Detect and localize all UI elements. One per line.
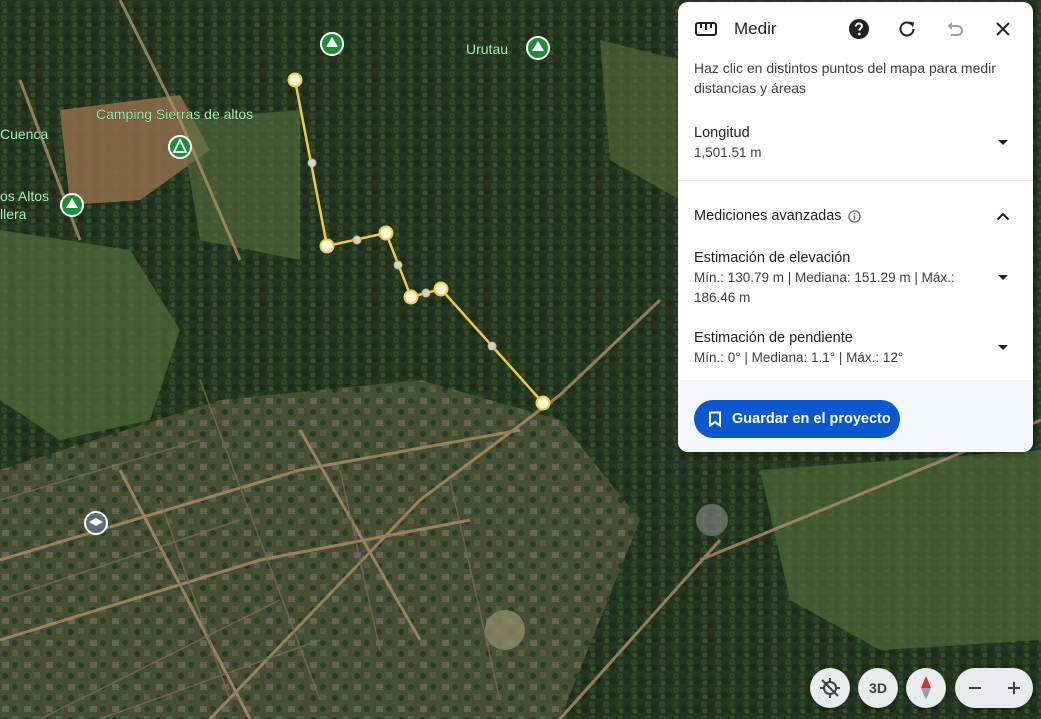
undo-button[interactable] (939, 13, 971, 45)
place-label-urutau[interactable]: Urutau (466, 41, 509, 58)
refresh-icon (899, 21, 915, 37)
save-to-project-button[interactable]: Guardar en el proyecto (694, 400, 900, 438)
slope-value: Mín.: 0° | Mediana: 1.1° | Máx.: 12° (694, 350, 904, 365)
three-d-label: 3D (869, 680, 887, 696)
slope-row[interactable]: Estimación de pendiente Mín.: 0° | Media… (678, 317, 1033, 379)
panel-title: Medir (734, 19, 777, 38)
caret-down-icon (998, 275, 1008, 280)
caret-down-icon (998, 345, 1008, 350)
reset-button[interactable] (891, 13, 923, 45)
park-pin-icon[interactable] (526, 36, 550, 60)
ruler-icon (694, 17, 718, 41)
plus-icon (1007, 682, 1020, 694)
compass-button[interactable] (906, 668, 946, 708)
length-label: Longitud (694, 125, 750, 141)
elevation-row[interactable]: Estimación de elevación Mín.: 130.79 m |… (678, 245, 1033, 311)
measure-panel: Medir Haz clic en distintos puntos del m… (678, 2, 1033, 452)
minus-icon (968, 687, 981, 689)
park-pin-icon[interactable] (60, 193, 84, 217)
zoom-controls (955, 668, 1033, 708)
instructions-text: Haz clic en distintos puntos del mapa pa… (694, 60, 996, 96)
elevation-expand-button[interactable] (989, 264, 1017, 292)
help-button[interactable] (843, 13, 875, 45)
zoom-in-button[interactable] (994, 668, 1033, 708)
advanced-collapse-button[interactable] (989, 202, 1017, 230)
advanced-measurements-row[interactable]: Mediciones avanzadas (678, 181, 1033, 251)
school-pin-icon[interactable] (84, 511, 108, 535)
caret-down-icon (998, 140, 1008, 145)
length-expand-button[interactable] (989, 129, 1017, 157)
close-button[interactable] (987, 13, 1019, 45)
place-label-llera[interactable]: llera (0, 206, 27, 223)
bookmark-icon (709, 411, 721, 427)
undo-icon (947, 22, 963, 36)
place-label-altos[interactable]: os Altos (0, 188, 49, 205)
advanced-label: Mediciones avanzadas (694, 208, 842, 224)
park-pin-icon[interactable] (320, 32, 344, 56)
save-area: Guardar en el proyecto (678, 380, 1033, 452)
three-d-button[interactable]: 3D (858, 668, 898, 708)
chevron-up-icon (996, 212, 1010, 220)
elevation-label: Estimación de elevación (694, 250, 851, 266)
help-icon (849, 19, 869, 39)
length-value: 1,501.51 m (694, 145, 762, 160)
slope-expand-button[interactable] (989, 334, 1017, 362)
zoom-out-button[interactable] (955, 668, 994, 708)
elevation-value: Mín.: 130.79 m | Mediana: 151.29 m | Máx… (694, 270, 955, 305)
compass-icon (921, 676, 931, 700)
save-to-project-label: Guardar en el proyecto (732, 411, 891, 427)
location-button[interactable] (810, 668, 850, 708)
close-icon (996, 22, 1010, 36)
place-label-cuenca[interactable]: Cuenca (0, 126, 49, 143)
location-off-icon (820, 678, 840, 698)
info-icon[interactable] (847, 209, 861, 223)
camping-pin-icon[interactable] (168, 135, 192, 159)
panel-header: Medir (678, 2, 1033, 56)
slope-label: Estimación de pendiente (694, 330, 853, 346)
place-label-camping[interactable]: Camping Sierras de altos (96, 106, 254, 123)
length-row[interactable]: Longitud 1,501.51 m (678, 114, 1033, 172)
